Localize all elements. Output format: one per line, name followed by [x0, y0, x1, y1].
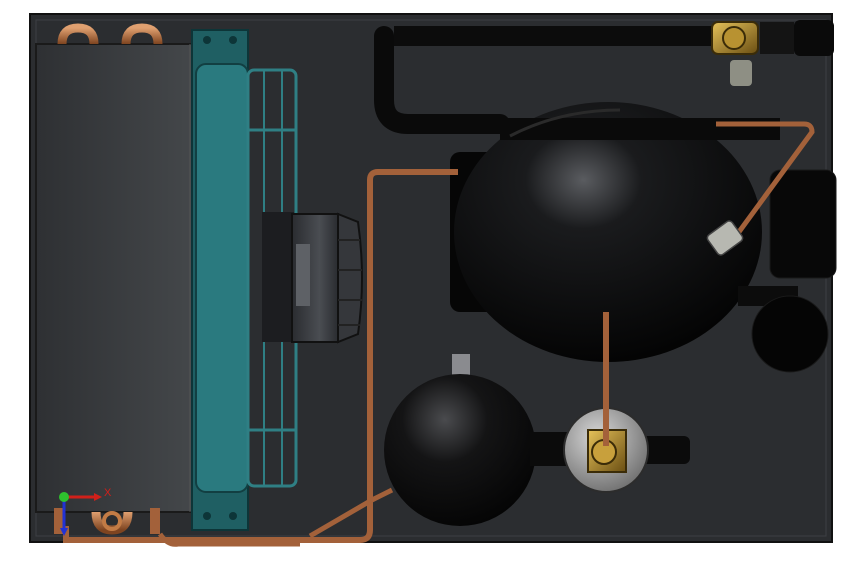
y-axis-point	[59, 492, 69, 502]
condenser-coil-icon	[35, 23, 193, 535]
refrigeration-unit-cad-view: X	[29, 13, 837, 547]
x-axis-label: X	[104, 487, 112, 499]
motor-icon	[262, 212, 363, 344]
